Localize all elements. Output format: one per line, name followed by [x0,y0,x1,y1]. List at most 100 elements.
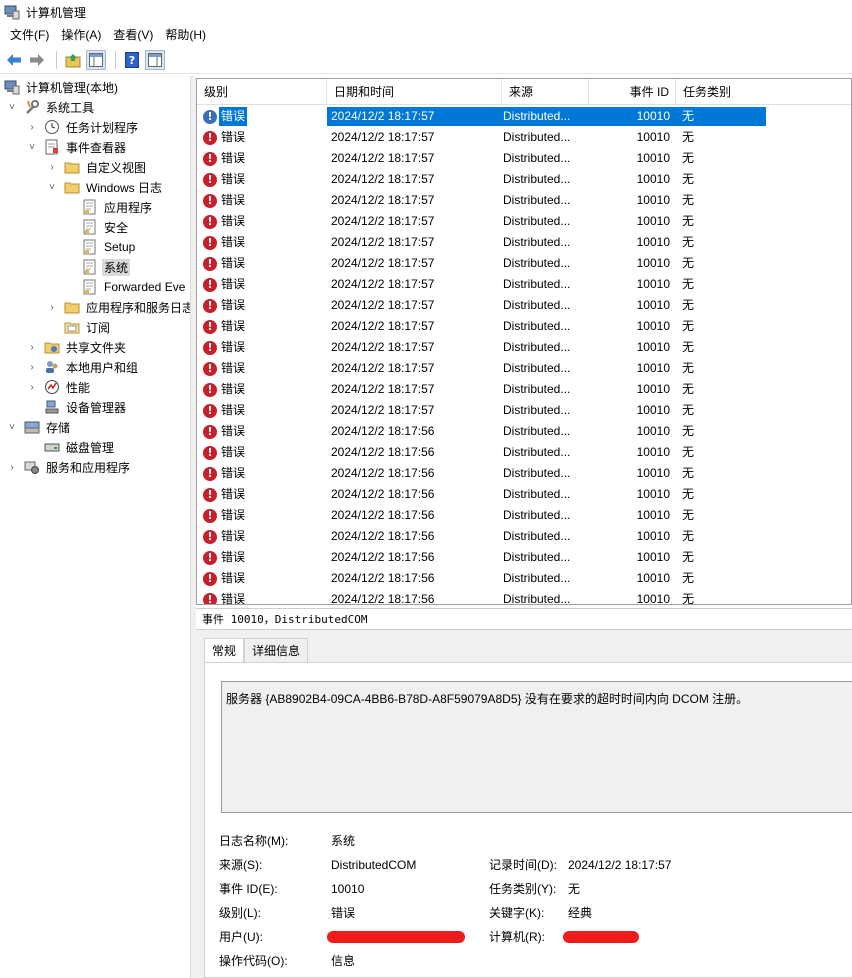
cell-event-id: 10010 [636,340,670,354]
tree-item[interactable]: ˅ 系统工具 [6,97,96,117]
cell-source: Distributed... [503,193,571,207]
table-row[interactable]: ! 错误 2024/12/2 18:17:57 Distributed... 10010… [197,190,851,211]
column-header-task-category[interactable]: 任务类别 [676,79,766,105]
detail-tabs: 常规 详细信息 [204,638,309,664]
cell-date: 2024/12/2 18:17:56 [331,571,435,585]
table-row[interactable]: ! 错误 2024/12/2 18:17:57 Distributed... 10010… [197,253,851,274]
back-button[interactable] [4,50,24,70]
table-row[interactable]: ! 错误 2024/12/2 18:17:56 Distributed... 10010… [197,589,851,604]
cell-event-id: 10010 [636,466,670,480]
cell-level: ! 错误 [197,275,327,294]
chevron-right-icon[interactable]: › [46,161,58,173]
tree-item[interactable]: › 任务计划程序 [26,117,140,137]
tab-general[interactable]: 常规 [204,638,245,664]
tree-item[interactable]: 设备管理器 [26,397,128,417]
table-row[interactable]: ! 错误 2024/12/2 18:17:56 Distributed... 10010… [197,568,851,589]
cell-source: Distributed... [503,424,571,438]
tree-item[interactable]: › 应用程序和服务日志 [46,297,191,317]
chevron-down-icon[interactable]: ˅ [6,101,18,113]
tree-item[interactable]: 系统 [64,257,131,277]
chevron-down-icon[interactable]: ˅ [26,141,38,153]
column-header-date[interactable]: 日期和时间 [327,79,502,105]
tree-item[interactable]: 订阅 [46,317,112,337]
column-header-level[interactable]: 级别 [197,79,327,105]
menu-help[interactable]: 帮助(H) [159,25,212,45]
tree-item[interactable]: ˅ Windows 日志 [46,177,164,197]
chevron-right-icon[interactable]: › [26,121,38,133]
error-icon: ! [203,298,217,313]
cell-event-id: 10010 [636,277,670,291]
table-row[interactable]: ! 错误 2024/12/2 18:17:57 Distributed... 10010… [197,274,851,295]
tree-item[interactable]: › 性能 [26,377,92,397]
menu-action[interactable]: 操作(A) [55,25,107,45]
event-list[interactable]: 级别 日期和时间 来源 事件 ID 任务类别 ! 错误 2024/12/2 18:1… [196,78,852,605]
chevron-down-icon[interactable]: ˅ [46,181,58,193]
tree-item[interactable]: › 自定义视图 [46,157,148,177]
chevron-right-icon[interactable]: › [26,361,38,373]
tree-item[interactable]: Setup [64,237,137,257]
console-tree[interactable]: 计算机管理(本地) ˅ 系统工具 › 任务计划程序 ˅ 事件查看器 › 自定义视图 ˅ Window… [0,76,191,978]
table-row[interactable]: ! 错误 2024/12/2 18:17:56 Distributed... 10010… [197,547,851,568]
cell-level: ! 错误 [197,485,327,504]
column-header-source[interactable]: 来源 [502,79,589,105]
show-hide-action-pane-button[interactable] [145,49,165,70]
menu-file[interactable]: 文件(F) [4,25,55,45]
chevron-right-icon[interactable]: › [6,461,18,473]
show-hide-tree-button[interactable] [86,49,106,70]
table-row[interactable]: ! 错误 2024/12/2 18:17:57 Distributed... 10010… [197,379,851,400]
tree-item[interactable]: 磁盘管理 [26,437,116,457]
tree-item[interactable]: Forwarded Eve [64,277,187,297]
tree-item[interactable]: ˅ 事件查看器 [26,137,128,157]
table-row[interactable]: ! 错误 2024/12/2 18:17:56 Distributed... 10010… [197,484,851,505]
tree-item-label: 应用程序和服务日志 [86,300,191,315]
log-name-label: 日志名称(M): [219,834,289,848]
cell-date: 2024/12/2 18:17:57 [331,382,435,396]
tree-item[interactable]: 计算机管理(本地) [4,77,120,97]
error-icon: ! [203,340,217,355]
cell-task-category: 无 [682,403,695,417]
table-row[interactable]: ! 错误 2024/12/2 18:17:57 Distributed... 10010… [197,400,851,421]
table-row[interactable]: ! 错误 2024/12/2 18:17:57 Distributed... 10010… [197,211,851,232]
table-row[interactable]: ! 错误 2024/12/2 18:17:56 Distributed... 10010… [197,421,851,442]
cell-task-category: 无 [682,550,695,564]
cell-task-category: 无 [682,466,695,480]
cell-source: Distributed... [503,445,571,459]
table-row[interactable]: ! 错误 2024/12/2 18:17:56 Distributed... 10010… [197,526,851,547]
tree-item[interactable]: › 共享文件夹 [26,337,128,357]
table-row[interactable]: ! 错误 2024/12/2 18:17:56 Distributed... 10010… [197,505,851,526]
help-button[interactable]: ? [122,50,142,70]
chevron-down-icon[interactable]: ˅ [6,421,18,433]
tree-item[interactable]: › 服务和应用程序 [6,457,132,477]
forward-button[interactable] [27,50,47,70]
chevron-right-icon[interactable]: › [26,381,38,393]
tree-item-label: 订阅 [86,320,111,335]
tab-details[interactable]: 详细信息 [244,638,309,662]
table-row[interactable]: ! 错误 2024/12/2 18:17:57 Distributed... 10010… [197,106,851,127]
tree-item[interactable]: › 本地用户和组 [26,357,140,377]
table-row[interactable]: ! 错误 2024/12/2 18:17:57 Distributed... 10010… [197,316,851,337]
tree-item[interactable]: 应用程序 [64,197,154,217]
event-message[interactable]: 服务器 {AB8902B4-09CA-4BB6-B78D-A8F59079A8D… [221,681,852,813]
table-row[interactable]: ! 错误 2024/12/2 18:17:57 Distributed... 10010… [197,148,851,169]
cell-date: 2024/12/2 18:17:56 [331,487,435,501]
column-header-event-id[interactable]: 事件 ID [589,79,676,105]
table-row[interactable]: ! 错误 2024/12/2 18:17:56 Distributed... 10010… [197,463,851,484]
table-row[interactable]: ! 错误 2024/12/2 18:17:57 Distributed... 10010… [197,169,851,190]
table-row[interactable]: ! 错误 2024/12/2 18:17:57 Distributed... 10010… [197,337,851,358]
table-row[interactable]: ! 错误 2024/12/2 18:17:57 Distributed... 10010… [197,358,851,379]
up-folder-button[interactable] [63,50,83,70]
table-row[interactable]: ! 错误 2024/12/2 18:17:57 Distributed... 10010… [197,232,851,253]
cell-event-id: 10010 [589,107,676,126]
chevron-right-icon[interactable]: › [46,301,58,313]
table-row[interactable]: ! 错误 2024/12/2 18:17:57 Distributed... 10010… [197,295,851,316]
cell-date: 2024/12/2 18:17:57 [331,319,435,333]
cell-event-id: 10010 [636,130,670,144]
tools-icon [24,99,40,115]
level-text: 错误 [221,550,246,564]
tree-item[interactable]: 安全 [64,217,130,237]
table-row[interactable]: ! 错误 2024/12/2 18:17:56 Distributed... 10010… [197,442,851,463]
tree-item[interactable]: ˅ 存储 [6,417,72,437]
table-row[interactable]: ! 错误 2024/12/2 18:17:57 Distributed... 10010… [197,127,851,148]
chevron-right-icon[interactable]: › [26,341,38,353]
menu-view[interactable]: 查看(V) [107,25,159,45]
